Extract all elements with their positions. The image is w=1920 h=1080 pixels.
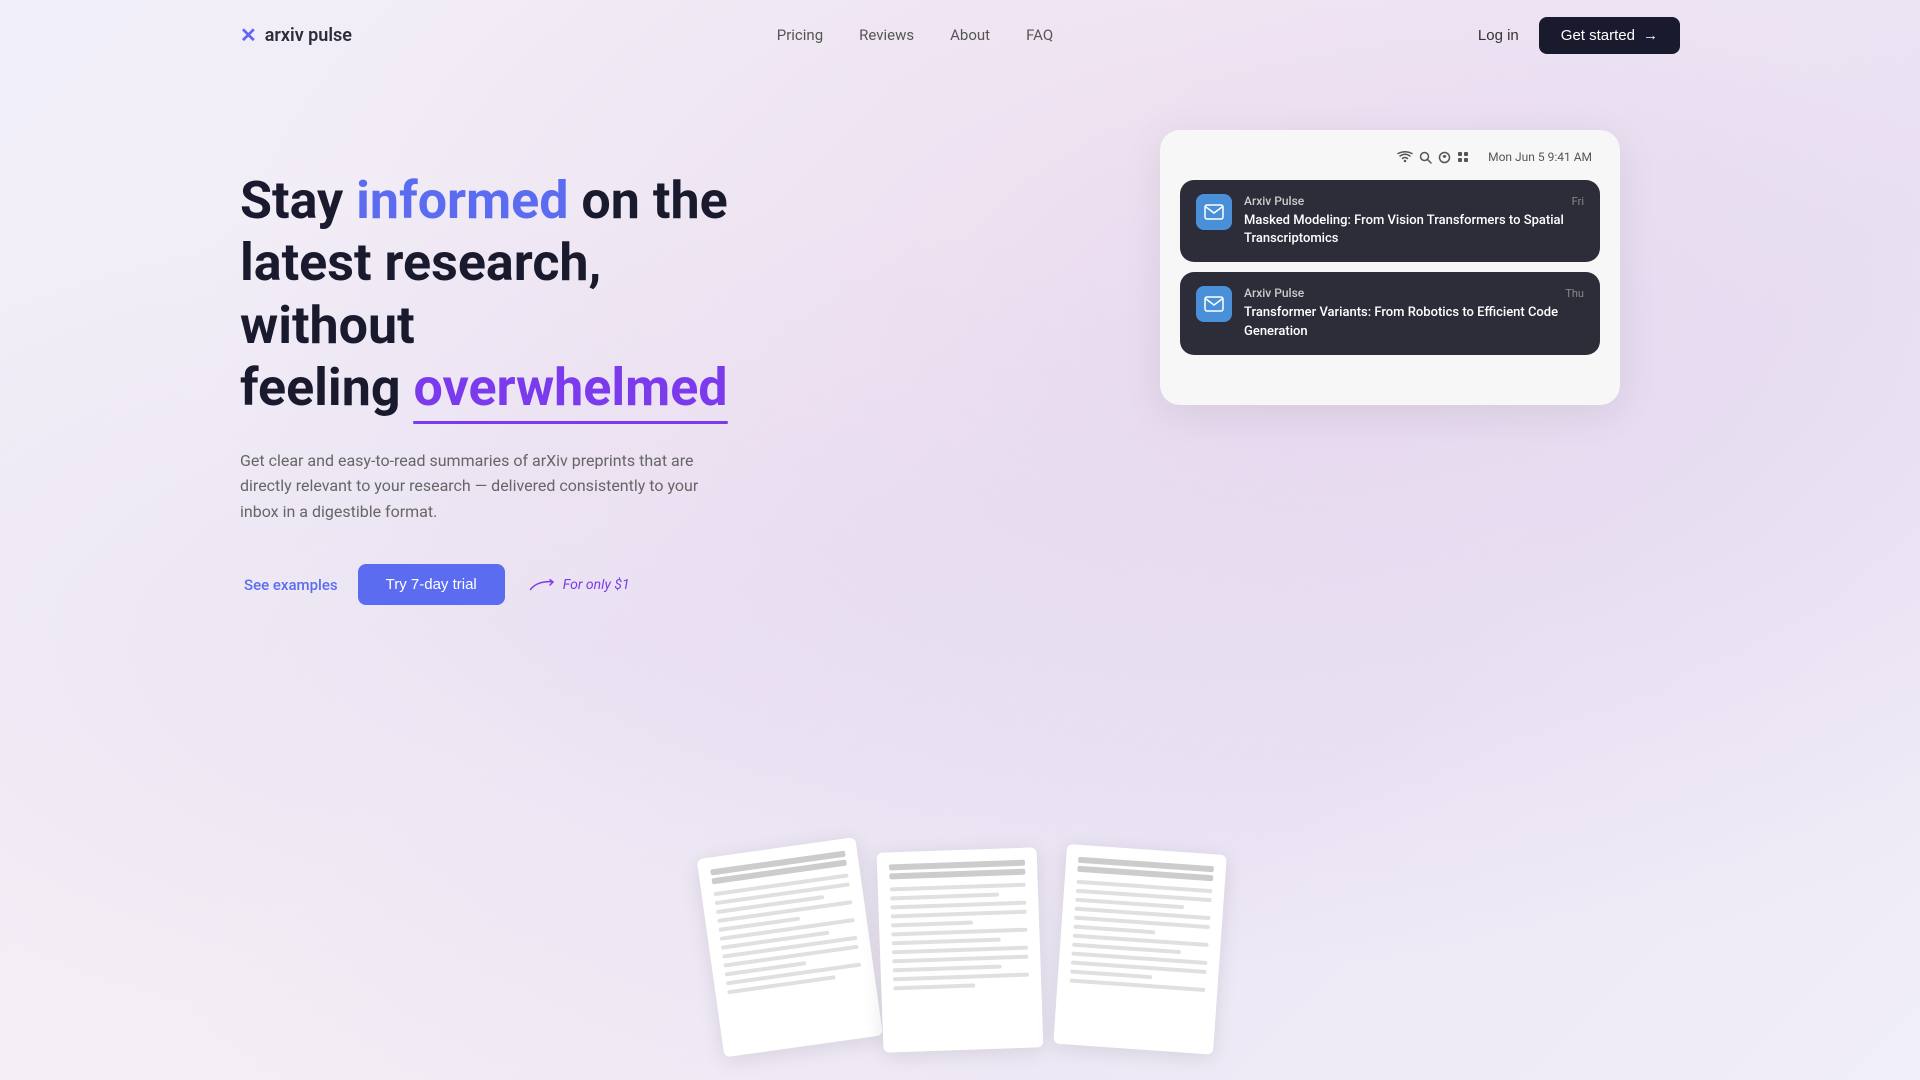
hero-description: Get clear and easy-to-read summaries of …	[240, 448, 700, 525]
get-started-label: Get started	[1561, 27, 1635, 44]
notif-content-1: Arxiv Pulse Fri Masked Modeling: From Vi…	[1244, 194, 1584, 248]
notif-app-1: Arxiv Pulse	[1244, 194, 1304, 208]
phone-mockup-container: Mon Jun 5 9:41 AM Arxiv Pulse Fri Masked…	[760, 130, 1680, 405]
paper-card-2	[877, 847, 1044, 1052]
papers-section	[0, 730, 1920, 1050]
nav-pricing[interactable]: Pricing	[777, 26, 823, 44]
notif-content-2: Arxiv Pulse Thu Transformer Variants: Fr…	[1244, 286, 1584, 340]
paper-card-3	[1053, 844, 1227, 1055]
logo-text: arxiv pulse	[265, 25, 352, 46]
logo[interactable]: ✕ arxiv pulse	[240, 23, 352, 47]
notif-title-1: Masked Modeling: From Vision Transformer…	[1244, 212, 1584, 248]
email-icon-1	[1204, 204, 1224, 220]
hero-cta: See examples Try 7-day trial For only $1	[240, 564, 760, 605]
nav-about[interactable]: About	[950, 26, 990, 44]
notif-icon-wrap-2	[1196, 286, 1232, 322]
grid-icon	[1457, 151, 1470, 164]
paper-lines-2	[890, 883, 1030, 991]
promo-arrow-icon	[529, 575, 559, 595]
paper-lines-3	[1070, 880, 1213, 992]
promo-text: For only $1	[563, 577, 630, 593]
login-button[interactable]: Log in	[1478, 27, 1519, 44]
paper-line	[1070, 978, 1206, 991]
paper-line	[1073, 925, 1155, 935]
search-icon	[1419, 151, 1432, 164]
notif-app-2: Arxiv Pulse	[1244, 286, 1304, 300]
paper-card-1	[697, 837, 883, 1057]
paper-line	[890, 893, 999, 901]
phone-time: Mon Jun 5 9:41 AM	[1488, 150, 1592, 164]
notif-time-2: Thu	[1565, 287, 1584, 300]
nav-links: Pricing Reviews About FAQ	[777, 26, 1053, 44]
status-icons	[1397, 151, 1470, 164]
circle-icon	[1438, 151, 1451, 164]
hero-content: Stay informed on thelatest research, wit…	[240, 130, 760, 605]
notif-icon-wrap-1	[1196, 194, 1232, 230]
paper-line	[890, 883, 1026, 892]
paper-line	[890, 901, 1026, 910]
paper-line	[892, 946, 1028, 955]
phone-mockup: Mon Jun 5 9:41 AM Arxiv Pulse Fri Masked…	[1160, 130, 1620, 405]
paper-line	[891, 921, 973, 928]
navbar: ✕ arxiv pulse Pricing Reviews About FAQ …	[0, 0, 1920, 70]
paper-line	[891, 910, 1027, 919]
nav-faq[interactable]: FAQ	[1026, 26, 1053, 44]
notif-title-2: Transformer Variants: From Robotics to E…	[1244, 304, 1584, 340]
notification-card-1: Arxiv Pulse Fri Masked Modeling: From Vi…	[1180, 180, 1600, 262]
notif-header-1: Arxiv Pulse Fri	[1244, 194, 1584, 208]
paper-line	[893, 965, 1002, 973]
notif-header-2: Arxiv Pulse Thu	[1244, 286, 1584, 300]
paper-line	[892, 955, 1028, 964]
paper-lines-1	[713, 873, 862, 994]
paper-line	[893, 984, 975, 991]
logo-icon: ✕	[240, 23, 257, 47]
hero-title: Stay informed on thelatest research, wit…	[240, 170, 760, 420]
paper-line	[1070, 969, 1152, 979]
wifi-icon	[1397, 151, 1413, 163]
hero-title-part1: Stay	[240, 170, 356, 231]
hero-title-highlight1: informed	[356, 170, 568, 231]
nav-reviews[interactable]: Reviews	[859, 26, 914, 44]
notification-card-2: Arxiv Pulse Thu Transformer Variants: Fr…	[1180, 272, 1600, 354]
see-examples-link[interactable]: See examples	[240, 566, 342, 604]
get-started-button[interactable]: Get started →	[1539, 17, 1680, 54]
email-icon-2	[1204, 296, 1224, 312]
nav-actions: Log in Get started →	[1478, 17, 1680, 54]
paper-line	[891, 928, 1027, 937]
trial-button[interactable]: Try 7-day trial	[358, 564, 505, 605]
hero-title-highlight2: overwhelmed	[413, 357, 727, 419]
paper-line	[892, 938, 1001, 946]
paper-line	[889, 869, 1025, 880]
phone-status-bar: Mon Jun 5 9:41 AM	[1180, 150, 1600, 180]
paper-line	[893, 973, 1029, 982]
get-started-arrow: →	[1643, 27, 1658, 44]
notif-time-1: Fri	[1572, 195, 1584, 208]
promo-label: For only $1	[529, 575, 630, 595]
hero-section: Stay informed on thelatest research, wit…	[0, 70, 1920, 670]
